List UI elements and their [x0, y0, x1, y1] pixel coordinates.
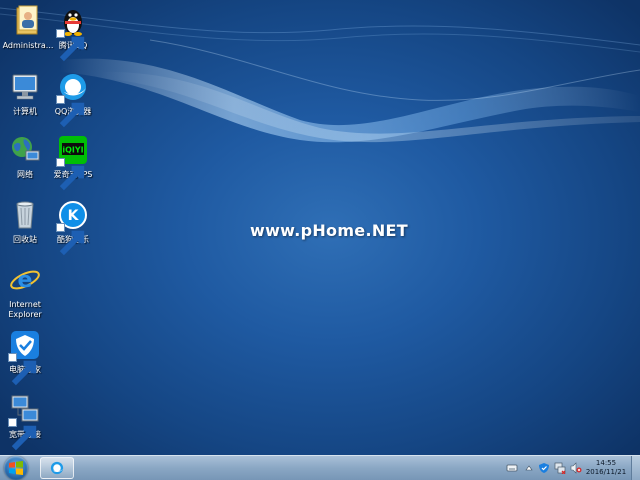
show-desktop-button[interactable] — [631, 456, 640, 480]
shortcut-arrow-icon — [56, 158, 85, 191]
shortcut-arrow-icon — [8, 418, 37, 451]
desktop-icon-kugou-music[interactable]: K 酷狗音乐 — [45, 198, 101, 256]
svg-text:e: e — [18, 268, 33, 293]
network-icon[interactable] — [554, 462, 566, 474]
desktop-icon-qq[interactable]: 腾讯QQ — [45, 4, 101, 62]
volume-muted-icon[interactable] — [570, 462, 582, 474]
security-shield-icon[interactable] — [538, 462, 550, 474]
qq-browser-icon — [56, 70, 90, 128]
keyboard-icon[interactable] — [506, 462, 518, 474]
internet-explorer-icon: e — [8, 263, 42, 297]
desktop-icon-pc-manager[interactable]: 电脑管家 — [0, 328, 53, 386]
desktop-icon-broadband-connection[interactable]: 宽带连接 — [0, 393, 53, 451]
svg-text:iQIYI: iQIYI — [62, 146, 83, 155]
windows-logo-icon — [9, 461, 23, 475]
desktop[interactable]: www.pHome.NET Administra... 腾讯QQ 计算机 QQ浏… — [0, 0, 640, 455]
label-line: Explorer — [8, 310, 42, 319]
qq-penguin-icon — [56, 4, 90, 62]
clock-time: 14:55 — [595, 459, 617, 467]
network-globe-icon — [8, 133, 42, 167]
pc-manager-shield-icon — [8, 328, 42, 386]
taskbar-clock[interactable]: 14:55 2016/11/21 — [584, 459, 628, 477]
shortcut-arrow-icon — [56, 29, 85, 62]
desktop-icon-internet-explorer[interactable]: e Internet Explorer — [0, 263, 53, 320]
desktop-icon-iqiyi-pps[interactable]: iQIYI 爱奇艺PPS — [45, 133, 101, 191]
iqiyi-icon: iQIYI — [56, 133, 90, 191]
shortcut-arrow-icon — [8, 353, 37, 386]
show-hidden-icons-icon[interactable] — [523, 462, 535, 474]
taskbar: 14:55 2016/11/21 — [0, 455, 640, 480]
label-line: Internet — [9, 300, 41, 309]
desktop-icon-label: Internet Explorer — [0, 300, 53, 320]
shortcut-arrow-icon — [56, 223, 85, 256]
recycle-bin-icon — [8, 198, 42, 232]
user-folder-icon — [11, 4, 45, 38]
kugou-music-icon: K — [56, 198, 90, 256]
computer-icon — [8, 70, 42, 104]
taskbar-qq-browser-button[interactable] — [40, 457, 74, 479]
qq-browser-icon — [50, 461, 64, 475]
watermark-text: www.pHome.NET — [250, 221, 408, 240]
shortcut-arrow-icon — [56, 95, 85, 128]
desktop-icon-qq-browser[interactable]: QQ浏览器 — [45, 70, 101, 128]
clock-date: 2016/11/21 — [585, 468, 627, 476]
start-button[interactable] — [4, 456, 28, 480]
svg-text:K: K — [68, 208, 80, 224]
broadband-connection-icon — [8, 393, 42, 451]
